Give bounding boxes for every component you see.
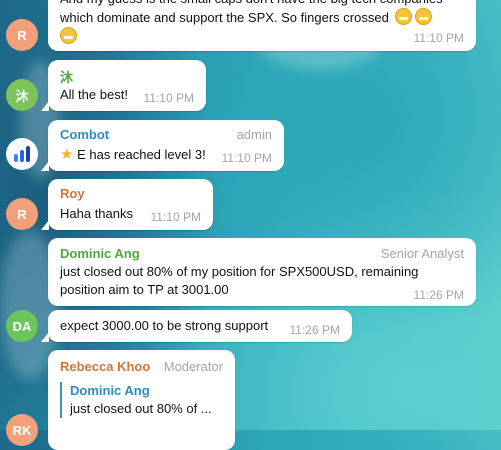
message-time: 11:26 PM (289, 323, 340, 337)
message-time: 11:10 PM (150, 210, 201, 224)
sender-role-badge: Senior Analyst (380, 246, 464, 261)
message-text: Haha thanks (60, 206, 133, 221)
grimace-emoji-icon (395, 8, 413, 25)
message-sender[interactable]: Rebecca Khoo (60, 359, 150, 374)
avatar[interactable]: R (6, 198, 38, 230)
star-emoji-icon: ★ (60, 146, 74, 163)
avatar[interactable]: R (6, 19, 38, 51)
grimace-emoji-icon (415, 8, 433, 25)
combot-avatar[interactable] (6, 138, 38, 170)
message-sender[interactable]: 沐 (60, 67, 73, 86)
message-bubble[interactable]: Roy Haha thanks 11:10 PM (41, 179, 213, 230)
message-text: All the best! (60, 87, 128, 102)
sender-role-badge: Moderator (163, 359, 223, 374)
message-text: just closed out 80% of my position for S… (60, 264, 419, 297)
message-bubble[interactable]: Dominic Ang Senior Analyst just closed o… (48, 238, 476, 306)
message-time: 11:10 PM (143, 91, 194, 105)
message-bubble[interactable]: Rebecca Khoo Moderator Dominic Ang just … (48, 350, 235, 450)
sender-role-badge: admin (236, 127, 272, 142)
reply-quote[interactable]: Dominic Ang just closed out 80% of ... (60, 382, 220, 418)
avatar[interactable]: DA (6, 310, 38, 342)
message-time: 11:10 PM (221, 151, 272, 165)
message-sender[interactable]: Dominic Ang (60, 246, 140, 261)
message-bubble[interactable]: 沐 All the best! 11:10 PM (41, 60, 206, 111)
message-sender[interactable]: Roy (60, 186, 85, 201)
message-time: 11:26 PM (413, 288, 464, 302)
message-bubble[interactable]: Combot admin ★ E has reached level 3! 11… (41, 120, 284, 171)
message-bubble[interactable]: And my guess is the small caps don't hav… (48, 0, 476, 51)
message-text: expect 3000.00 to be strong support (60, 318, 269, 333)
message-time: 11:10 PM (413, 31, 464, 45)
reply-sender: Dominic Ang (70, 383, 150, 398)
reply-text: just closed out 80% of ... (70, 401, 212, 416)
message-bubble[interactable]: expect 3000.00 to be strong support 11:2… (41, 310, 352, 342)
message-sender[interactable]: Combot (60, 127, 109, 142)
bar-chart-icon (14, 146, 30, 162)
grimace-emoji-icon (60, 27, 77, 44)
message-text: And my guess is the small caps don't hav… (60, 0, 443, 46)
message-text: ★ E has reached level 3! (60, 146, 206, 163)
avatar[interactable]: RK (6, 414, 38, 446)
avatar[interactable]: 沐 (6, 79, 38, 111)
